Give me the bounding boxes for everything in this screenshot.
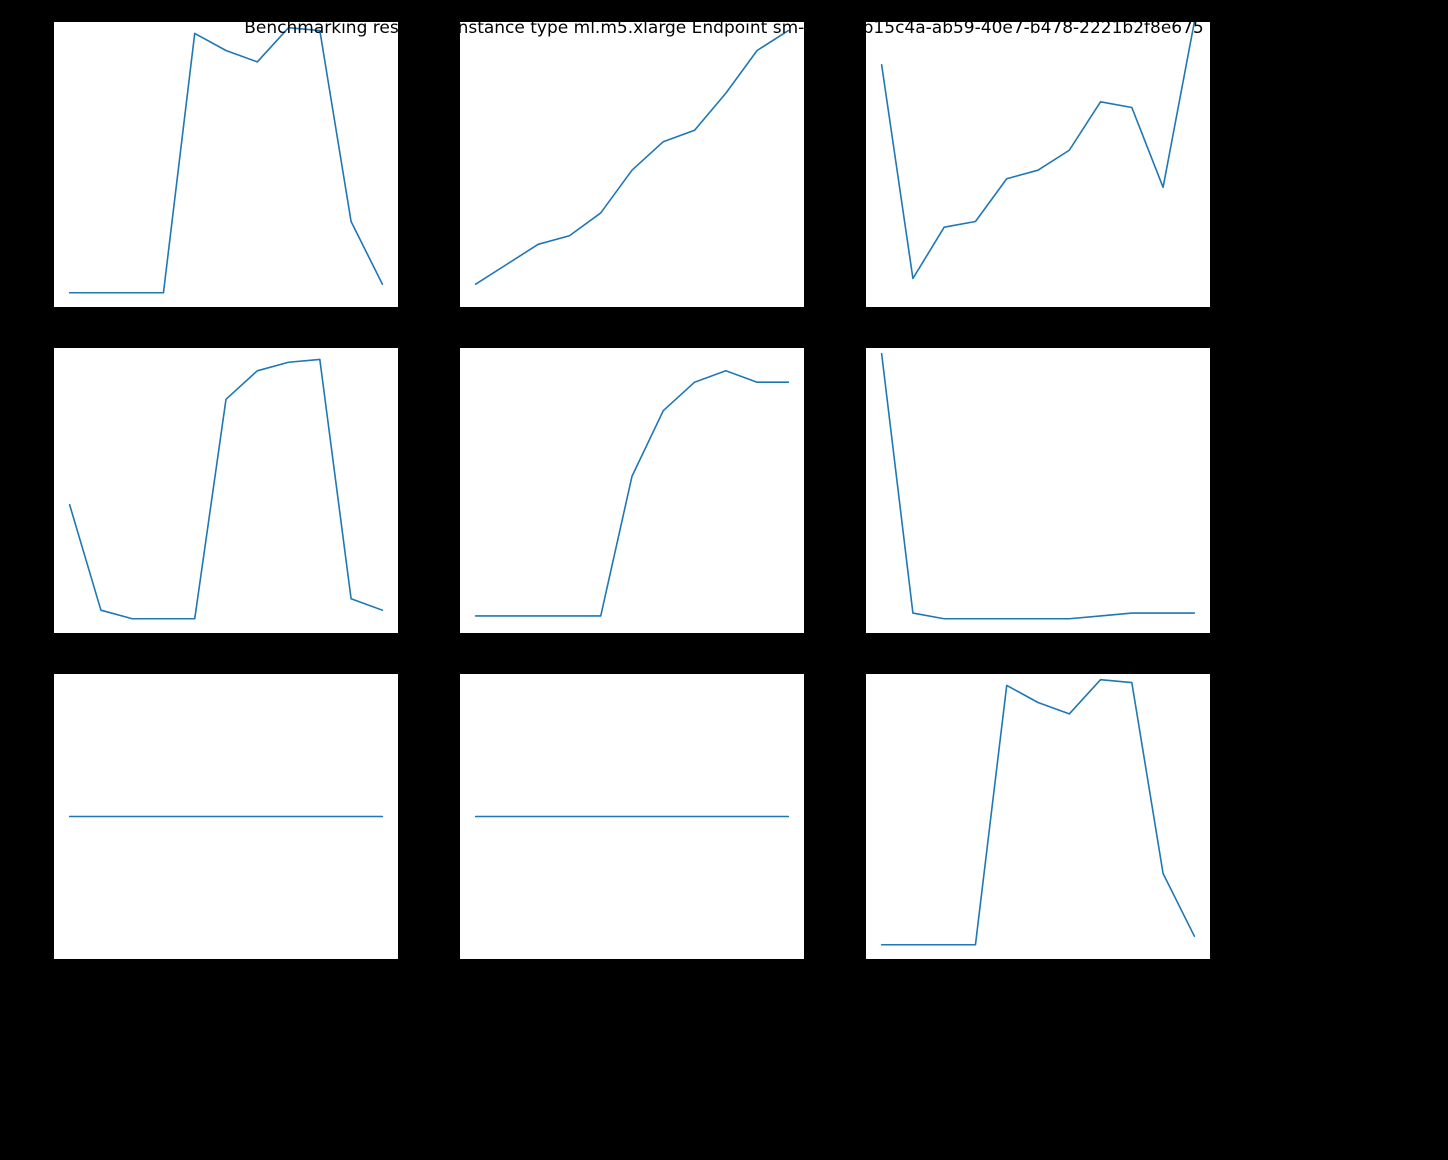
chart-panel-0 bbox=[54, 22, 398, 307]
chart-line bbox=[54, 22, 398, 307]
chart-panel-4 bbox=[460, 348, 804, 633]
chart-panel-2 bbox=[866, 22, 1210, 307]
chart-panel-6 bbox=[54, 674, 398, 959]
chart-panel-1 bbox=[460, 22, 804, 307]
chart-panel-3 bbox=[54, 348, 398, 633]
chart-line bbox=[460, 22, 804, 307]
chart-line bbox=[54, 674, 398, 959]
chart-line bbox=[460, 348, 804, 633]
chart-panel-5 bbox=[866, 348, 1210, 633]
chart-panel-8 bbox=[866, 674, 1210, 959]
chart-line bbox=[866, 674, 1210, 959]
chart-line bbox=[54, 348, 398, 633]
chart-panel-7 bbox=[460, 674, 804, 959]
chart-line bbox=[866, 348, 1210, 633]
figure: Benchmarking result on instance type ml.… bbox=[0, 0, 1448, 1160]
chart-line bbox=[460, 674, 804, 959]
chart-line bbox=[866, 22, 1210, 307]
